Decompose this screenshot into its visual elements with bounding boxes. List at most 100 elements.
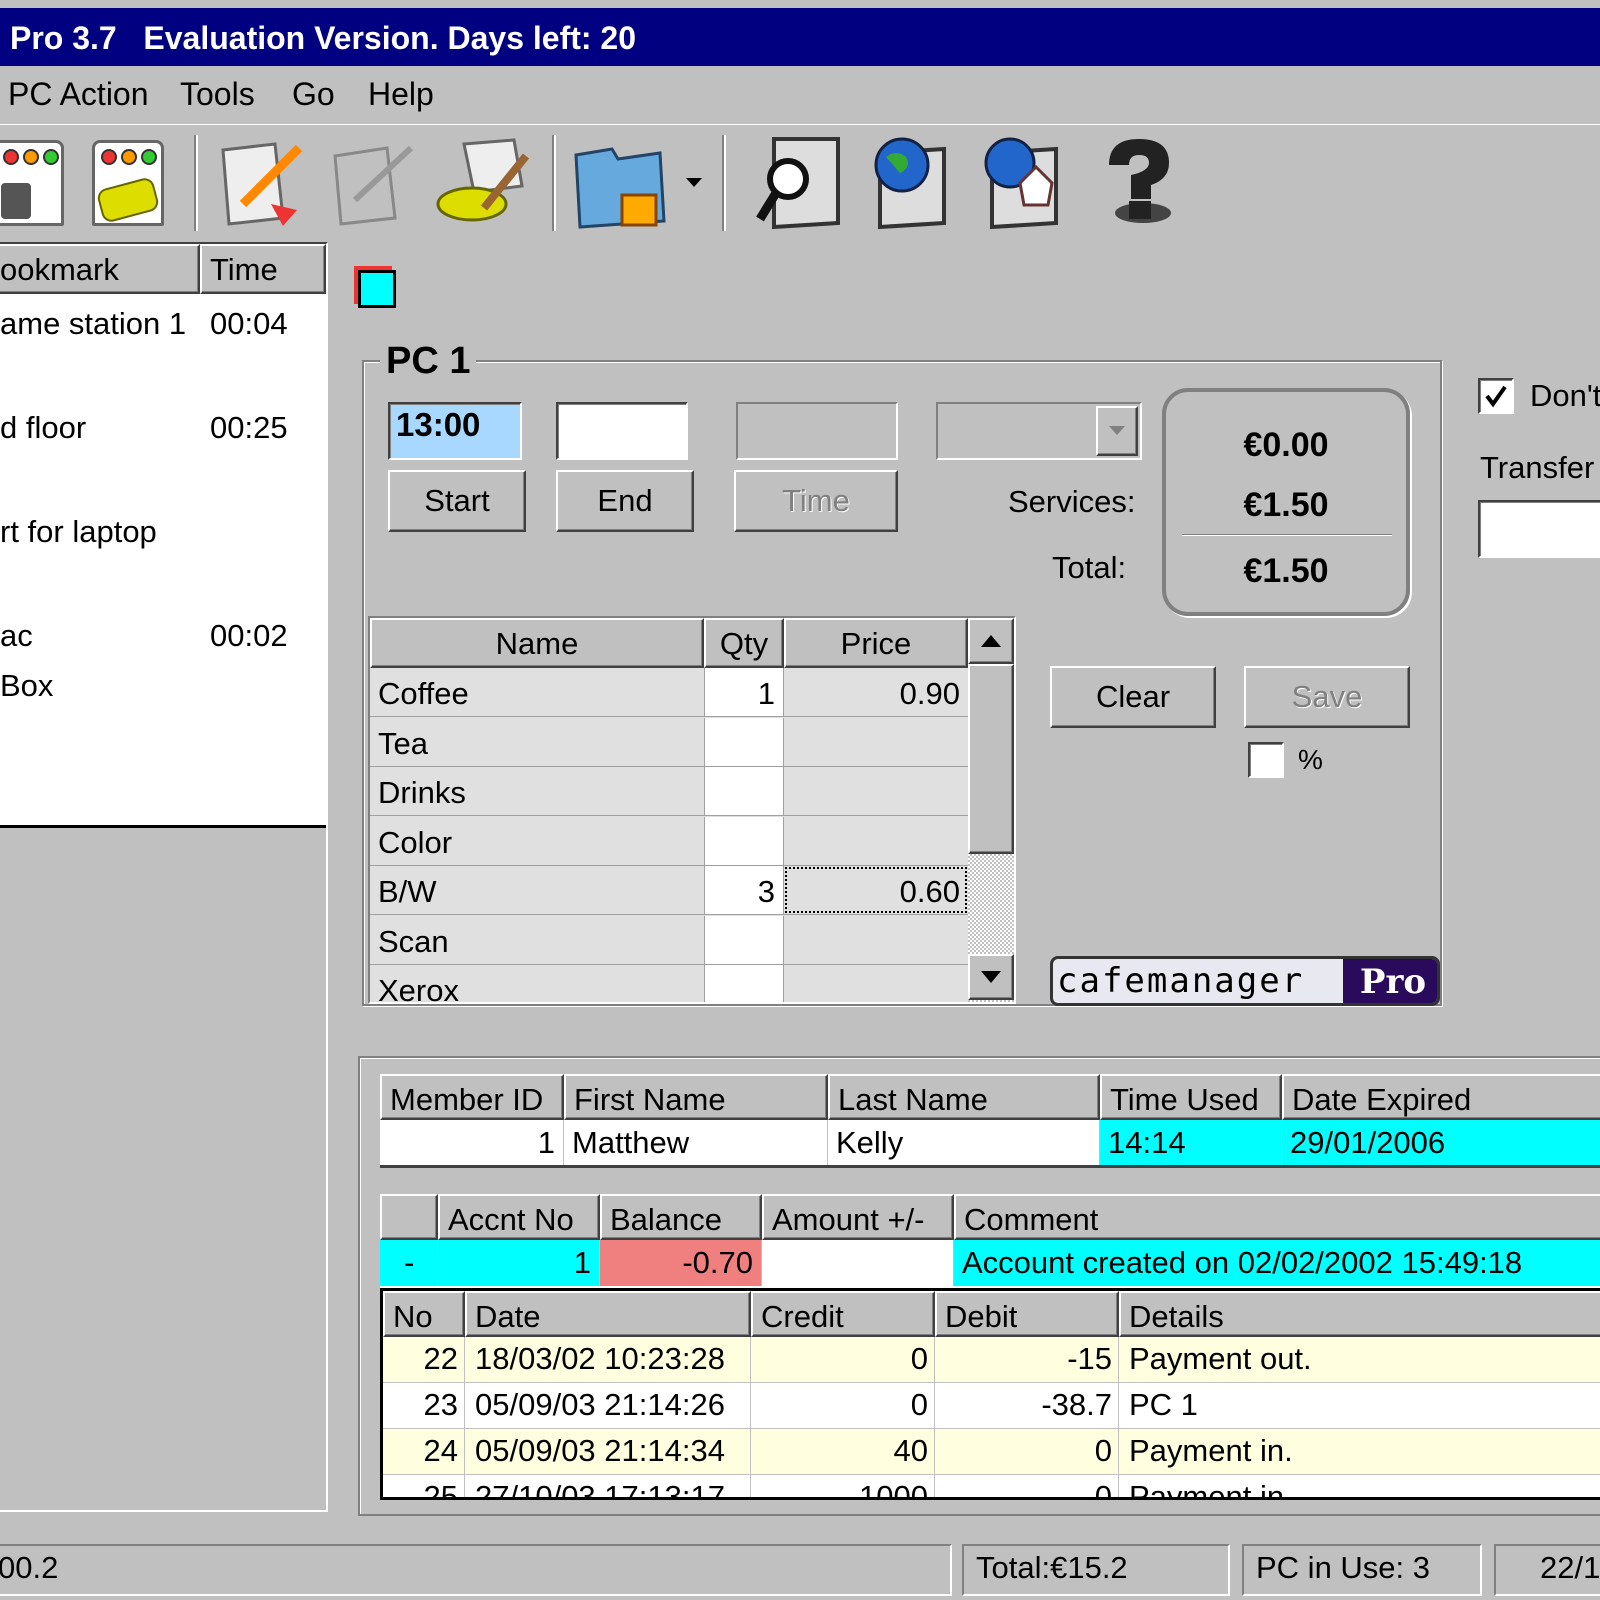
note-edit-disabled-icon[interactable] [322, 135, 418, 231]
dont-checkbox[interactable] [1478, 378, 1514, 414]
start-button[interactable]: Start [388, 470, 526, 532]
clear-button[interactable]: Clear [1050, 666, 1216, 728]
table-row[interactable]: 25 27/10/03 17:13:17 1000 0 Payment in. [383, 1475, 1600, 1500]
globe-document-icon[interactable] [862, 135, 958, 231]
account-cell[interactable]: - [380, 1240, 438, 1286]
account-col-header[interactable] [380, 1194, 438, 1240]
member-table[interactable]: Member ID First Name Last Name Time Used Dat… [380, 1074, 1600, 1168]
note-edit-icon[interactable] [210, 135, 306, 231]
service-qty[interactable]: 3 [704, 866, 784, 914]
list-item[interactable]: rt for laptop [0, 514, 157, 550]
transactions-table[interactable]: No Date Credit Debit Details 22 18/03/02 10:2… [380, 1288, 1600, 1500]
service-price[interactable] [784, 817, 968, 865]
chevron-down-icon[interactable] [1096, 406, 1138, 456]
scroll-thumb[interactable] [968, 664, 1014, 854]
service-qty[interactable] [704, 767, 784, 815]
service-price[interactable] [784, 916, 968, 964]
service-qty[interactable] [704, 717, 784, 766]
menu-tools[interactable]: Tools [180, 76, 255, 113]
menu-help[interactable]: Help [368, 76, 434, 113]
tx-col-header[interactable]: Debit [935, 1291, 1119, 1337]
member-col-header[interactable]: Member ID [380, 1074, 564, 1120]
menu-pc-action[interactable]: PC Action [8, 76, 149, 113]
account-col-header[interactable]: Accnt No [438, 1194, 600, 1240]
service-row[interactable]: B/W 3 0.60 [370, 866, 968, 915]
list-item-time: 00:25 [210, 410, 288, 445]
account-cell[interactable]: -0.70 [600, 1240, 762, 1286]
document-search-icon[interactable] [752, 135, 848, 231]
col-header-name[interactable]: Name [370, 618, 704, 668]
window-stamp-icon[interactable] [0, 135, 76, 231]
member-cell[interactable]: 29/01/2006 [1282, 1120, 1600, 1165]
list-item[interactable]: d floor [0, 410, 86, 446]
service-row[interactable]: Color [370, 816, 968, 866]
account-col-header[interactable]: Balance [600, 1194, 762, 1240]
list-header-bookmark[interactable]: ookmark [0, 244, 200, 294]
list-header-time[interactable]: Time [200, 244, 326, 294]
percent-checkbox[interactable] [1248, 742, 1284, 778]
service-row[interactable]: Tea [370, 717, 968, 767]
account-table[interactable]: Accnt No Balance Amount +/- Comment - 1 -0.70… [380, 1194, 1600, 1288]
amount-services: €1.50 [1243, 486, 1329, 524]
list-item[interactable]: Box [0, 668, 53, 704]
member-cell[interactable]: Matthew [564, 1120, 828, 1165]
member-col-header[interactable]: Last Name [828, 1074, 1100, 1120]
account-col-header[interactable]: Comment [954, 1194, 1600, 1240]
save-button[interactable]: Save [1244, 666, 1410, 728]
service-row[interactable]: Drinks [370, 767, 968, 816]
tx-col-header[interactable]: No [383, 1291, 465, 1337]
service-price[interactable]: 0.90 [784, 668, 968, 716]
header-label: Time Used [1110, 1082, 1259, 1117]
services-scrollbar[interactable] [968, 618, 1014, 1002]
end-time-field[interactable] [556, 402, 688, 460]
member-col-header[interactable]: Date Expired [1282, 1074, 1600, 1120]
account-col-header[interactable]: Amount +/- [762, 1194, 954, 1240]
folder-icon[interactable] [572, 135, 668, 231]
table-row[interactable]: 24 05/09/03 21:14:34 40 0 Payment in. [383, 1429, 1600, 1475]
time-button[interactable]: Time [734, 470, 898, 532]
account-cell[interactable]: Account created on 02/02/2002 15:49:18 [954, 1240, 1600, 1286]
tx-col-header[interactable]: Details [1119, 1291, 1600, 1337]
member-col-header[interactable]: Time Used [1100, 1074, 1282, 1120]
left-list[interactable]: ookmark Time ame station 1 00:04 d floor… [0, 244, 326, 828]
account-cell[interactable] [762, 1240, 954, 1286]
service-qty[interactable] [704, 915, 784, 964]
service-qty[interactable]: 1 [704, 668, 784, 716]
service-qty[interactable] [704, 965, 784, 1002]
member-cell[interactable]: 1 [380, 1120, 564, 1165]
help-icon[interactable] [1086, 135, 1182, 231]
dropdown-arrow-icon[interactable] [680, 135, 708, 231]
scroll-up-icon[interactable] [968, 618, 1014, 664]
service-row[interactable]: Xerox [370, 965, 968, 1002]
end-button[interactable]: End [556, 470, 694, 532]
service-price[interactable] [784, 718, 968, 766]
col-header-qty[interactable]: Qty [704, 618, 784, 668]
service-price[interactable]: 0.60 [784, 866, 968, 914]
member-cell[interactable]: Kelly [828, 1120, 1100, 1165]
list-item[interactable]: ame station 1 [0, 306, 186, 342]
table-row[interactable]: 23 05/09/03 21:14:26 0 -38.7 PC 1 [383, 1383, 1600, 1429]
service-price[interactable] [784, 767, 968, 815]
service-price[interactable] [784, 965, 968, 1002]
plan-select[interactable] [936, 402, 1142, 460]
window-scroll-icon[interactable] [80, 135, 176, 231]
account-cell[interactable]: 1 [438, 1240, 600, 1286]
transfer-field[interactable] [1478, 500, 1600, 558]
tx-col-header[interactable]: Credit [751, 1291, 935, 1337]
list-item[interactable]: ac [0, 618, 33, 654]
menu-go[interactable]: Go [292, 76, 335, 113]
member-cell[interactable]: 14:14 [1100, 1120, 1282, 1165]
member-col-header[interactable]: First Name [564, 1074, 828, 1120]
service-qty[interactable] [704, 816, 784, 865]
table-row[interactable]: 22 18/03/02 10:23:28 0 -15 Payment out. [383, 1337, 1600, 1383]
globe-home-icon[interactable] [974, 135, 1070, 231]
col-header-price[interactable]: Price [784, 618, 968, 668]
table-cell-value: 25 [423, 1479, 458, 1500]
scroll-pen-icon[interactable] [434, 135, 530, 231]
start-time-field[interactable]: 13:00 [388, 402, 522, 460]
tx-col-header[interactable]: Date [465, 1291, 751, 1337]
scroll-down-icon[interactable] [968, 954, 1014, 1000]
service-row[interactable]: Coffee 1 0.90 [370, 668, 968, 717]
services-table[interactable]: Name Qty Price Coffee 1 0.90 Tea Drinks … [368, 616, 1016, 1004]
service-row[interactable]: Scan [370, 915, 968, 965]
